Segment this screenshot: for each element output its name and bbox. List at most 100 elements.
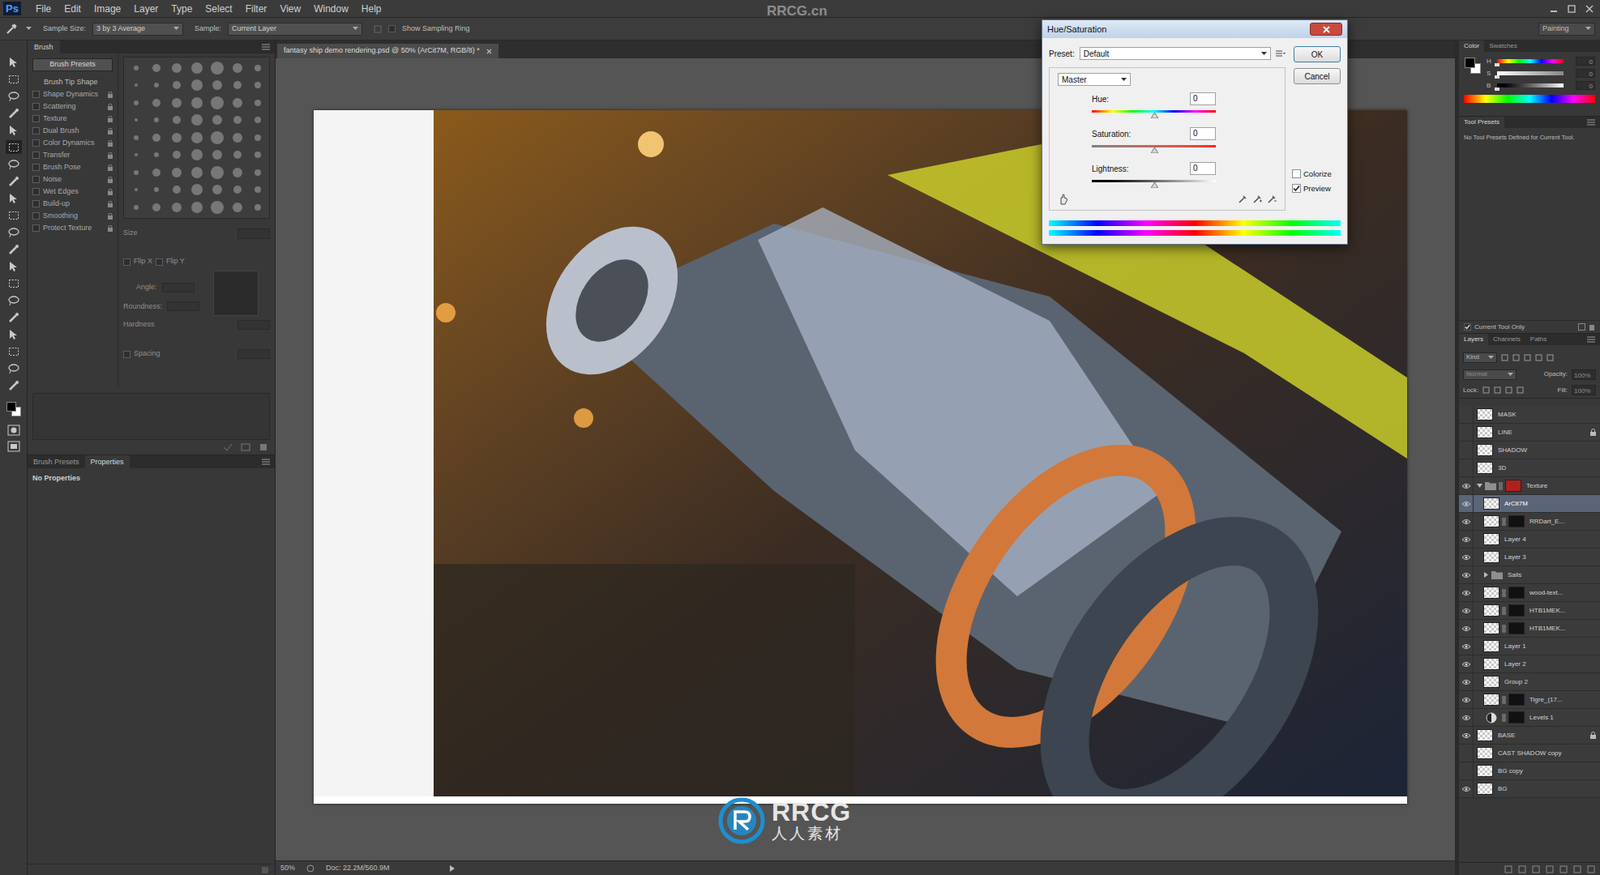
brush-tip[interactable] xyxy=(227,94,247,111)
dodge-icon[interactable] xyxy=(5,276,22,291)
visibility-toggle[interactable] xyxy=(1458,620,1474,638)
brush-option[interactable]: Dual Brush xyxy=(32,124,113,137)
brush-tip[interactable] xyxy=(146,59,166,76)
color-swatches[interactable] xyxy=(4,400,23,419)
visibility-toggle[interactable] xyxy=(1458,566,1474,584)
brush-option[interactable]: Color Dynamics xyxy=(32,136,113,150)
color-slider-thumb[interactable] xyxy=(1494,75,1500,79)
visibility-toggle[interactable] xyxy=(1458,637,1474,655)
brush-tip[interactable] xyxy=(146,77,166,94)
mask-thumbnail[interactable] xyxy=(1508,711,1525,724)
sample-select[interactable]: Current Layer xyxy=(227,22,363,36)
sample-size-select[interactable]: 3 by 3 Average xyxy=(92,22,184,36)
angle-field[interactable] xyxy=(162,282,195,293)
lock-all-icon[interactable] xyxy=(1516,386,1524,394)
layer-row[interactable]: BASE xyxy=(1458,727,1600,745)
color-slider-track[interactable] xyxy=(1497,59,1564,64)
checkbox[interactable] xyxy=(32,151,40,159)
visibility-toggle[interactable] xyxy=(1458,762,1474,780)
spacing-field[interactable] xyxy=(237,349,270,360)
quick-select-icon[interactable] xyxy=(5,106,22,120)
lock-transparent-icon[interactable] xyxy=(1482,386,1490,394)
checkbox[interactable] xyxy=(32,90,40,99)
lock-icon[interactable] xyxy=(107,201,113,208)
brush-tip[interactable] xyxy=(146,147,166,163)
layer-row[interactable]: CAST SHADOW copy xyxy=(1458,744,1600,763)
brush-tip[interactable] xyxy=(248,112,267,129)
eyedropper-minus-icon[interactable] xyxy=(1266,194,1277,205)
brush-tip[interactable] xyxy=(126,199,146,215)
slider-thumb[interactable] xyxy=(1150,112,1159,119)
brush-tip[interactable] xyxy=(227,129,247,146)
disclosure-triangle-icon[interactable] xyxy=(1476,483,1483,489)
panel-tab[interactable]: Swatches xyxy=(1484,40,1523,52)
slider-thumb[interactable] xyxy=(1150,182,1159,189)
brush-tip[interactable] xyxy=(146,199,166,215)
shape-filter-icon[interactable] xyxy=(1535,354,1543,362)
lock-icon[interactable] xyxy=(107,164,113,172)
gradient-icon[interactable] xyxy=(5,242,22,257)
slider-value-field[interactable]: 0 xyxy=(1189,92,1216,106)
clone-stamp-icon[interactable] xyxy=(5,191,22,206)
mask-thumbnail[interactable] xyxy=(1508,604,1525,617)
brush-tip[interactable] xyxy=(207,199,227,215)
menu-item[interactable]: Window xyxy=(307,0,356,18)
brush-tip[interactable] xyxy=(187,182,206,198)
mask-thumbnail[interactable] xyxy=(1508,515,1525,528)
checkbox[interactable] xyxy=(1463,323,1472,331)
size-field[interactable] xyxy=(237,228,270,240)
brush-tip[interactable] xyxy=(166,147,186,163)
slider-value-field[interactable]: 0 xyxy=(1189,162,1216,176)
visibility-toggle[interactable] xyxy=(1458,727,1474,745)
link-layers-icon[interactable] xyxy=(1504,865,1513,874)
brush-tip[interactable] xyxy=(146,164,166,180)
eyedropper-icon[interactable] xyxy=(4,22,18,36)
panel-tab[interactable]: Properties xyxy=(85,455,130,469)
lock-icon[interactable] xyxy=(107,115,113,123)
brush-tip[interactable] xyxy=(126,77,146,94)
brush-option[interactable]: Scattering xyxy=(32,100,113,113)
layer-row[interactable]: Tigre_(17... xyxy=(1458,691,1600,710)
brush-option[interactable]: Wet Edges xyxy=(32,185,113,198)
visibility-toggle[interactable] xyxy=(1458,780,1474,798)
slider-track[interactable] xyxy=(1091,110,1216,113)
mask-thumbnail[interactable] xyxy=(1508,693,1525,706)
checkbox[interactable] xyxy=(32,102,40,111)
brush-option[interactable]: Brush Pose xyxy=(32,161,113,174)
brush-option[interactable]: Noise xyxy=(32,173,113,186)
checkbox[interactable] xyxy=(32,115,40,123)
close-icon[interactable] xyxy=(1309,22,1343,36)
mask-thumbnail[interactable] xyxy=(1508,622,1525,635)
visibility-toggle[interactable] xyxy=(1458,744,1474,762)
checkbox[interactable] xyxy=(1291,183,1301,193)
pen-icon[interactable] xyxy=(5,293,22,308)
layer-row[interactable]: Texture xyxy=(1458,477,1600,496)
adjustment-filter-icon[interactable] xyxy=(1512,354,1520,362)
blur-icon[interactable] xyxy=(5,259,22,274)
brush-tip[interactable] xyxy=(146,112,166,129)
footer-icon[interactable] xyxy=(261,867,269,874)
quick-mask-icon[interactable] xyxy=(7,424,21,437)
brush-tip[interactable] xyxy=(166,77,186,94)
lock-icon[interactable] xyxy=(107,225,113,232)
pixel-filter-icon[interactable] xyxy=(1501,354,1509,362)
tool-preset-arrow-icon[interactable] xyxy=(25,26,32,31)
slider-track[interactable] xyxy=(1091,179,1216,183)
channel-select[interactable]: Master xyxy=(1057,72,1131,86)
color-slider-track[interactable] xyxy=(1497,83,1564,88)
brush-tip[interactable] xyxy=(146,182,166,198)
brush-tip[interactable] xyxy=(207,94,227,111)
brush-tip[interactable] xyxy=(166,94,186,111)
brush-tip[interactable] xyxy=(227,112,247,129)
brush-option[interactable]: Transfer xyxy=(32,149,113,162)
brush-tip[interactable] xyxy=(166,59,186,76)
lock-pixels-icon[interactable] xyxy=(1493,386,1502,394)
checkbox[interactable] xyxy=(32,212,40,220)
new-adjustment-icon[interactable] xyxy=(1545,865,1554,874)
color-value-field[interactable]: 0 xyxy=(1575,56,1596,66)
layer-row[interactable]: Group 2 xyxy=(1458,673,1600,692)
document-tab[interactable]: fantasy ship demo rendering.psd @ 50% (A… xyxy=(277,43,499,59)
brush-tip[interactable] xyxy=(207,129,227,146)
cancel-button[interactable]: Cancel xyxy=(1293,68,1341,85)
brush-tip[interactable] xyxy=(227,199,247,215)
